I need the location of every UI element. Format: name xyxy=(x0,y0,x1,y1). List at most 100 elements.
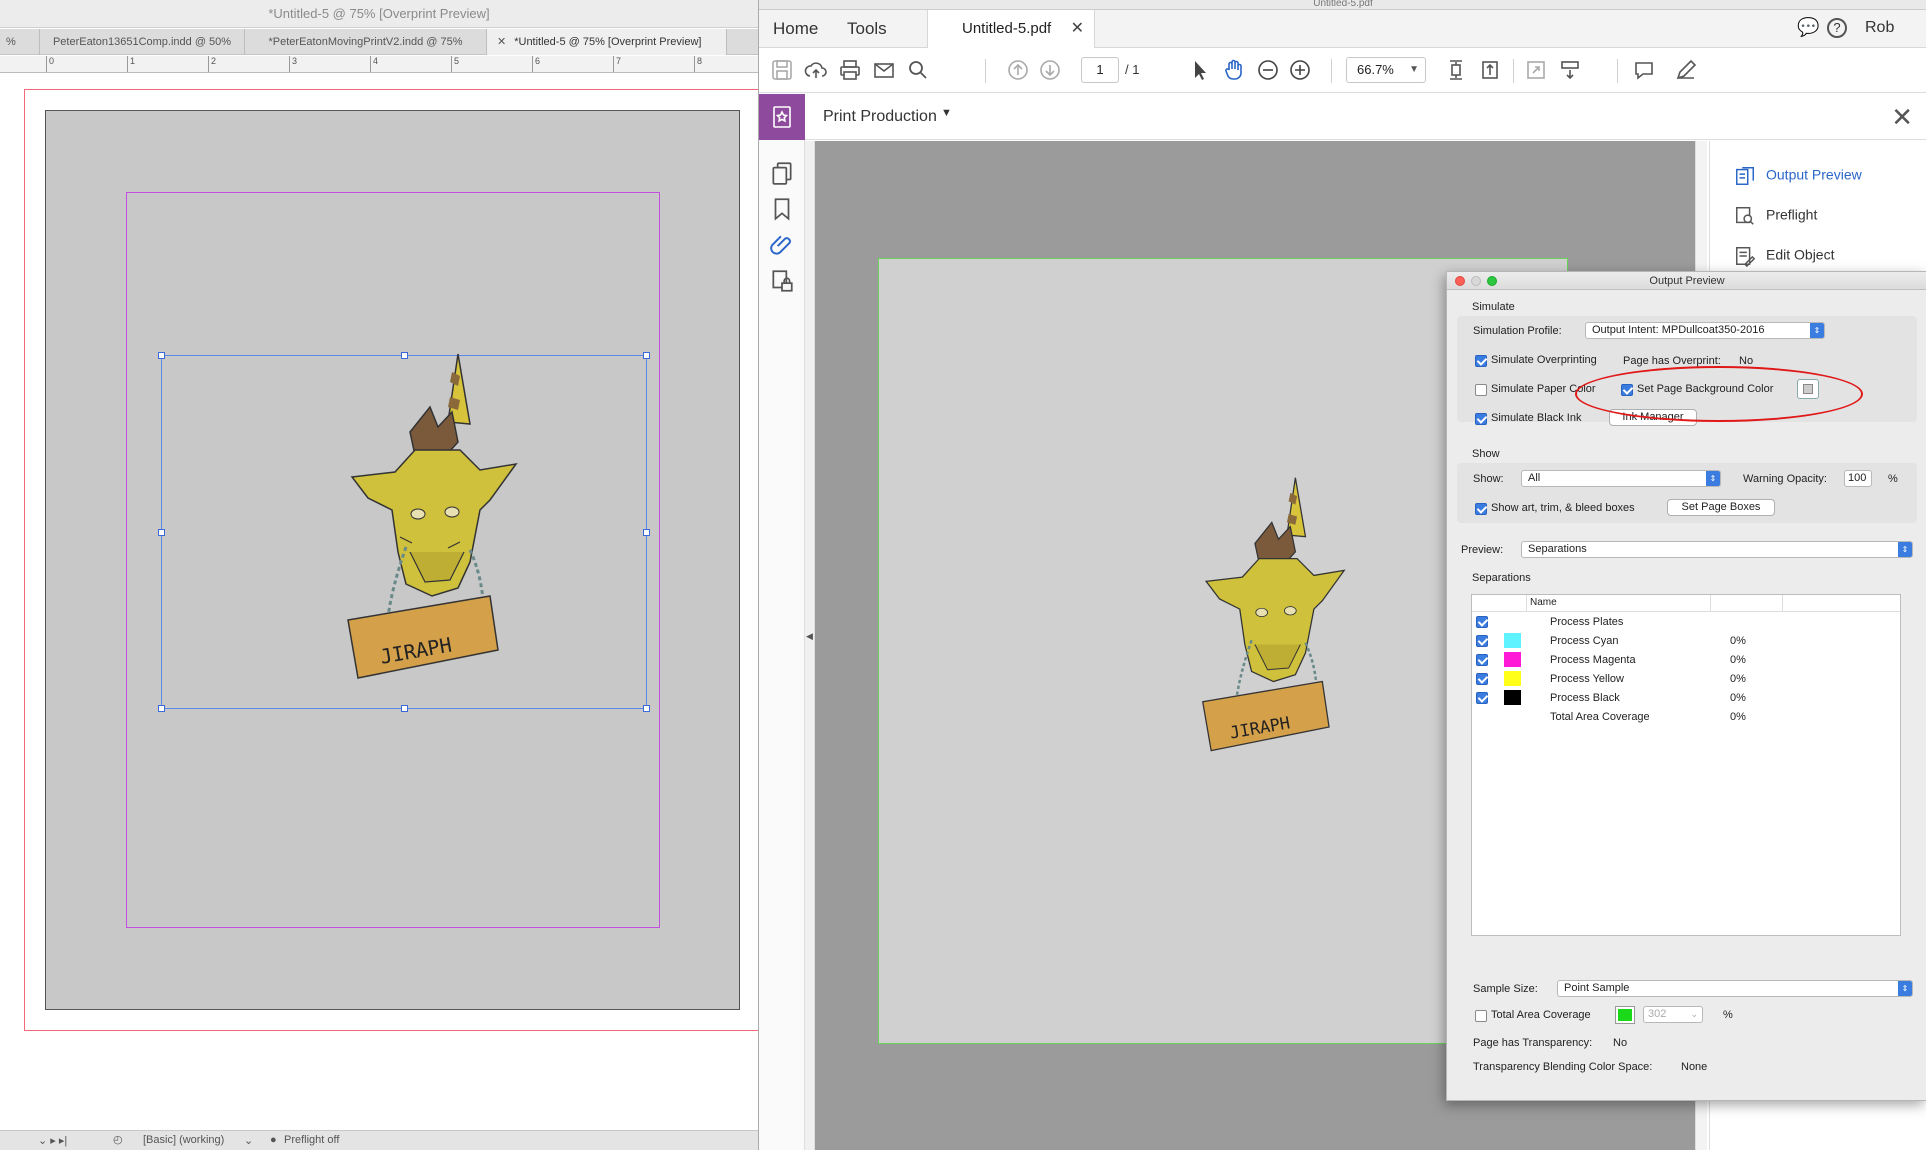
ruler-mark: 3 xyxy=(289,56,297,72)
mail-icon[interactable] xyxy=(871,58,897,84)
separation-checkbox[interactable] xyxy=(1476,635,1488,647)
save-icon[interactable] xyxy=(769,58,795,84)
close-icon[interactable]: ✕ xyxy=(1071,10,1084,48)
simulate-black-ink-checkbox[interactable] xyxy=(1475,413,1487,425)
table-row[interactable]: Total Area Coverage 0% xyxy=(1472,708,1900,727)
close-icon[interactable]: ✕ xyxy=(1891,102,1913,133)
zoom-value: 66.7% xyxy=(1357,62,1394,77)
resize-handle[interactable] xyxy=(643,352,650,359)
tool-label: Edit Object xyxy=(1766,246,1835,263)
tool-preflight[interactable]: Preflight xyxy=(1734,205,1817,227)
table-row[interactable]: Process Yellow 0% xyxy=(1472,670,1900,689)
bookmark-icon[interactable] xyxy=(769,196,795,222)
zoom-window-icon[interactable] xyxy=(1487,276,1497,286)
user-name[interactable]: Rob xyxy=(1865,19,1894,37)
resize-handle[interactable] xyxy=(643,529,650,536)
show-select[interactable]: All ⇕ xyxy=(1521,470,1721,487)
attachment-icon[interactable] xyxy=(769,232,795,258)
separation-checkbox[interactable] xyxy=(1476,692,1488,704)
rotate-view-icon[interactable] xyxy=(1477,58,1503,84)
comment-bubble-icon[interactable]: 💬 xyxy=(1797,17,1819,38)
separation-checkbox[interactable] xyxy=(1476,616,1488,628)
chevron-down-icon[interactable]: ▼ xyxy=(941,107,952,119)
tab-peter-eaton-moving[interactable]: *PeterEatonMovingPrintV2.indd @ 75% xyxy=(245,29,487,55)
resize-handle[interactable] xyxy=(158,529,165,536)
tab-untitled-5[interactable]: ✕ *Untitled-5 @ 75% [Overprint Preview] xyxy=(487,29,727,55)
minimize-window-icon[interactable] xyxy=(1471,276,1481,286)
dialog-title-bar[interactable]: Output Preview xyxy=(1447,272,1926,290)
table-row[interactable]: Process Plates xyxy=(1472,613,1900,632)
document-tab[interactable]: Untitled-5.pdf ✕ xyxy=(927,10,1095,48)
tool-output-preview[interactable]: Output Preview xyxy=(1734,165,1862,187)
next-page-icon[interactable] xyxy=(1037,58,1063,84)
chevron-updown-icon: ⇕ xyxy=(1898,542,1912,557)
comment-icon[interactable] xyxy=(1631,58,1657,84)
separation-checkbox[interactable] xyxy=(1476,673,1488,685)
separation-checkbox[interactable] xyxy=(1476,654,1488,666)
select-arrow-icon[interactable] xyxy=(1187,58,1213,84)
resize-handle[interactable] xyxy=(158,705,165,712)
style-status[interactable]: [Basic] (working) xyxy=(143,1134,224,1146)
search-icon[interactable] xyxy=(905,58,931,84)
table-row[interactable]: Process Magenta 0% xyxy=(1472,651,1900,670)
help-icon[interactable]: ? xyxy=(1827,18,1847,38)
chevron-down-icon[interactable]: ⌄ xyxy=(244,1134,253,1147)
close-window-icon[interactable] xyxy=(1455,276,1465,286)
tool-edit-object[interactable]: Edit Object xyxy=(1734,245,1835,268)
page-thumbnails-icon[interactable] xyxy=(769,160,795,186)
scroll-mode-icon[interactable] xyxy=(1557,58,1583,84)
menu-home[interactable]: Home xyxy=(773,19,818,39)
panel-title[interactable]: Print Production xyxy=(823,108,937,126)
table-row[interactable]: Process Cyan 0% xyxy=(1472,632,1900,651)
sample-size-select[interactable]: Point Sample ⇕ xyxy=(1557,980,1913,997)
page-nav-icon[interactable]: ⌄ ▸ ▸| xyxy=(38,1134,67,1147)
resize-handle[interactable] xyxy=(158,352,165,359)
chevron-down-icon: ▼ xyxy=(1409,64,1419,75)
toolbar-divider xyxy=(1513,59,1514,83)
upload-cloud-icon[interactable] xyxy=(803,58,829,84)
collapse-left-pane-handle[interactable]: ◀ xyxy=(805,141,815,1150)
resize-handle[interactable] xyxy=(643,705,650,712)
preview-select[interactable]: Separations ⇕ xyxy=(1521,541,1913,558)
resize-handle[interactable] xyxy=(401,705,408,712)
set-page-boxes-button[interactable]: Set Page Boxes xyxy=(1667,499,1775,516)
preflight-status[interactable]: Preflight off xyxy=(284,1134,339,1146)
giraffe-illustration: JIRAPH xyxy=(1202,477,1346,752)
warning-opacity-input[interactable]: 100 xyxy=(1844,470,1872,487)
tab-peter-eaton-comp[interactable]: PeterEaton13651Comp.indd @ 50% xyxy=(40,29,245,55)
coverage-color-swatch[interactable] xyxy=(1615,1006,1635,1024)
full-screen-icon[interactable] xyxy=(1523,58,1549,84)
table-row[interactable]: Process Black 0% xyxy=(1472,689,1900,708)
tab-overflow[interactable]: % xyxy=(0,29,40,55)
simulate-overprinting-checkbox[interactable] xyxy=(1475,355,1487,367)
menu-tools[interactable]: Tools xyxy=(847,19,887,39)
coverage-value-input[interactable]: 302 ⌄ xyxy=(1643,1006,1703,1023)
ruler-mark: 6 xyxy=(532,56,540,72)
ruler-mark: 5 xyxy=(451,56,459,72)
output-preview-icon xyxy=(1734,165,1756,187)
print-icon[interactable] xyxy=(837,58,863,84)
zoom-in-icon[interactable] xyxy=(1287,58,1313,84)
fit-page-icon[interactable] xyxy=(1443,58,1469,84)
total-area-coverage-checkbox[interactable] xyxy=(1475,1010,1487,1022)
simulation-profile-select[interactable]: Output Intent: MPDullcoat350-2016 ⇕ xyxy=(1585,322,1825,339)
close-icon[interactable]: ✕ xyxy=(497,36,506,48)
zoom-out-icon[interactable] xyxy=(1255,58,1281,84)
indesign-window: *Untitled-5 @ 75% [Overprint Preview] % … xyxy=(0,0,758,1150)
simulation-profile-label: Simulation Profile: xyxy=(1473,325,1562,337)
hand-tool-icon[interactable] xyxy=(1221,58,1247,84)
page-total: / 1 xyxy=(1125,62,1140,77)
sign-pen-icon[interactable] xyxy=(1673,58,1699,84)
content-lock-icon[interactable] xyxy=(769,268,795,294)
column-name: Name xyxy=(1530,597,1557,608)
page-number-input[interactable]: 1 xyxy=(1081,57,1119,83)
print-production-tool-icon[interactable] xyxy=(759,94,805,140)
chevron-left-icon[interactable]: ◀ xyxy=(806,631,813,642)
show-boxes-checkbox[interactable] xyxy=(1475,503,1487,515)
ruler-mark: 0 xyxy=(46,56,54,72)
zoom-select[interactable]: 66.7% ▼ xyxy=(1346,57,1426,83)
simulate-paper-color-checkbox[interactable] xyxy=(1475,384,1487,396)
separation-name: Process Magenta xyxy=(1550,654,1636,666)
highlight-annotation xyxy=(1575,366,1863,422)
previous-page-icon[interactable] xyxy=(1005,58,1031,84)
